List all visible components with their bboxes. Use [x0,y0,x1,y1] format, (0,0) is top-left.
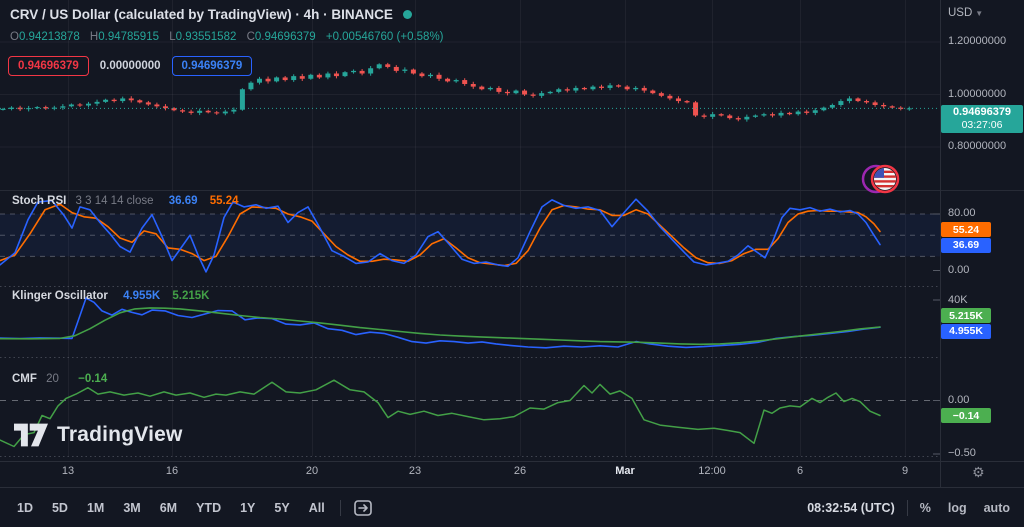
cmf-title[interactable]: CMF [12,373,37,385]
last-price-value: 0.94696379 [952,106,1012,118]
change-value: +0.00546760 (+0.58%) [325,31,444,43]
time-label-1200: 12:00 [698,465,726,477]
cmf-axis-0: 0.00 [948,394,970,406]
tradingview-chart-window: CRV / US Dollar (calculated by TradingVi… [0,0,1024,527]
range-5y-button[interactable]: 5Y [271,499,292,517]
currency-label: USD [948,7,973,19]
chart-canvas[interactable] [0,0,1024,527]
time-label-mar: Mar [615,465,635,477]
cmf-legend[interactable]: CMF 20 −0.14 [12,373,107,385]
close-value: 0.94696379 [254,31,316,43]
time-label-13: 13 [61,465,75,477]
currency-dropdown[interactable]: USD ▼ [948,7,983,19]
symbol-title-row[interactable]: CRV / US Dollar (calculated by TradingVi… [10,7,412,22]
range-5d-button[interactable]: 5D [49,499,71,517]
price-axis-label-3: 0.80000000 [948,140,1007,152]
bar-countdown: 03:27:06 [961,119,1003,131]
open-value: 0.94213878 [18,31,80,43]
time-label-9: 9 [901,465,909,477]
timezone-clock[interactable]: 08:32:54 (UTC) [807,501,895,515]
range-ytd-button[interactable]: YTD [193,499,224,517]
tradingview-watermark[interactable]: TradingView [14,423,183,447]
range-1m-button[interactable]: 1M [84,499,107,517]
us-economic-event-icon[interactable] [856,158,906,200]
auto-scale-button[interactable]: auto [984,501,1010,515]
stoch-rsi-params: 3 3 14 14 close [75,195,154,207]
price-axis-label-1: 1.20000000 [948,35,1007,47]
open-label: O [10,31,19,43]
range-6m-button[interactable]: 6M [157,499,180,517]
time-label-20: 20 [305,465,319,477]
low-value: 0.93551582 [175,31,237,43]
klinger-signal-badge: 5.215K [941,308,991,323]
symbol-title[interactable]: CRV / US Dollar (calculated by TradingVi… [10,7,393,22]
chevron-down-icon: ▼ [975,9,984,18]
spread-value: 0.00000000 [99,60,161,72]
stoch-axis-0: 0.00 [948,264,970,276]
time-label-16: 16 [165,465,179,477]
toolbar-divider-2 [906,499,908,516]
cmf-value: −0.14 [78,373,108,385]
log-scale-button[interactable]: log [948,501,967,515]
klinger-ko-badge: 4.955K [941,323,991,339]
high-value: 0.94785915 [98,31,159,43]
range-selector: 1D 5D 1M 3M 6M YTD 1Y 5Y All [14,499,328,517]
klinger-legend[interactable]: Klinger Oscillator 4.955K 5.215K [12,290,209,302]
cmf-axis-neg50: −0.50 [948,447,976,459]
cmf-params: 20 [46,373,59,385]
cmf-badge: −0.14 [941,408,991,423]
range-all-button[interactable]: All [306,499,328,517]
stoch-axis-80: 80.00 [948,207,976,219]
buy-price-button[interactable]: 0.94696379 [171,56,253,76]
stoch-rsi-legend[interactable]: Stoch RSI 3 3 14 14 close 36.69 55.24 [12,195,239,207]
stoch-k-badge: 36.69 [941,237,991,253]
market-open-dot-icon [402,10,412,19]
bid-ask-row: 0.94696379 0.00000000 0.94696379 [8,56,253,76]
range-1y-button[interactable]: 1Y [237,499,258,517]
klinger-signal-value: 5.215K [172,290,210,302]
klinger-ko-value: 4.955K [123,290,161,302]
range-3m-button[interactable]: 3M [120,499,143,517]
high-label: H [89,31,99,43]
percent-scale-button[interactable]: % [920,501,931,515]
sell-price-button[interactable]: 0.94696379 [8,56,89,76]
time-label-23: 23 [408,465,422,477]
price-axis-label-2: 1.00000000 [948,88,1007,100]
klinger-axis-40k: 40K [948,294,968,306]
time-axis-settings-gear-icon[interactable]: ⚙ [972,464,985,481]
klinger-title[interactable]: Klinger Oscillator [12,290,108,302]
tradingview-logo-text: TradingView [57,423,183,446]
time-label-26: 26 [513,465,527,477]
scale-options: % log auto [920,501,1010,515]
tradingview-logo-icon [14,423,48,447]
last-price-badge: 0.94696379 03:27:06 [941,105,1023,133]
stoch-k-value: 36.69 [168,195,198,207]
ohlc-values-row: O0.94213878 H0.94785915 L0.93551582 C0.9… [10,31,444,43]
bottom-toolbar: 1D 5D 1M 3M 6M YTD 1Y 5Y All 08:32:54 (U… [0,488,1024,527]
go-to-date-icon[interactable] [353,499,373,517]
range-1d-button[interactable]: 1D [14,499,36,517]
stoch-rsi-title[interactable]: Stoch RSI [12,195,66,207]
close-label: C [246,31,255,43]
toolbar-divider [339,499,341,516]
stoch-d-value: 55.24 [209,195,239,207]
time-label-6: 6 [796,465,804,477]
stoch-d-badge: 55.24 [941,222,991,237]
